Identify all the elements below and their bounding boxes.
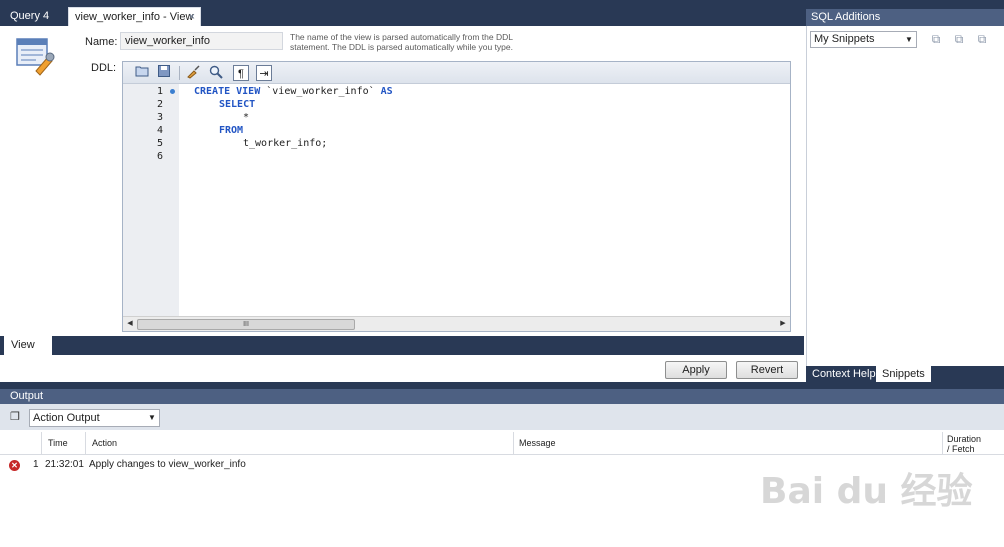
code-table-name: t_worker_info;: [243, 138, 328, 149]
tab-view[interactable]: View: [4, 336, 52, 355]
line-number: 2: [156, 99, 163, 110]
ddl-toolbar: ¶ ⇥: [123, 62, 790, 84]
tab-view-editor[interactable]: view_worker_info - View ×: [68, 7, 201, 26]
code-line-1: CREATE VIEW `view_worker_info` AS: [194, 86, 393, 97]
scroll-thumb[interactable]: III: [137, 319, 355, 330]
tab-snippets[interactable]: Snippets: [876, 366, 931, 382]
row-index: 1: [33, 459, 39, 470]
code-identifier: `view_worker_info`: [260, 86, 381, 97]
name-hint-text: The name of the view is parsed automatic…: [290, 32, 513, 52]
insert-snippet-icon[interactable]: ⧉: [927, 31, 945, 48]
ddl-label: DDL:: [91, 62, 117, 74]
snippets-dropdown[interactable]: My Snippets ▼: [810, 31, 917, 48]
close-icon[interactable]: ×: [189, 8, 195, 27]
line-number: 5: [156, 138, 163, 149]
horizontal-scrollbar[interactable]: ◀ III ▶: [123, 316, 790, 331]
line-number: 6: [156, 151, 163, 162]
code-keyword: AS: [380, 86, 393, 97]
save-icon[interactable]: [156, 65, 172, 81]
column-header-action[interactable]: Action: [92, 438, 117, 448]
watermark-logo: Bai du 经验: [760, 471, 973, 512]
chevron-down-icon: ▼: [905, 35, 913, 44]
code-line-2: SELECT: [219, 99, 255, 110]
chevron-down-icon: ▼: [148, 413, 156, 422]
column-header-time[interactable]: Time: [48, 438, 68, 448]
code-line-3: *: [243, 112, 249, 123]
tab-view-label: view_worker_info - View: [75, 11, 194, 23]
revert-button[interactable]: Revert: [736, 361, 798, 379]
scroll-left-icon[interactable]: ◀: [124, 318, 136, 330]
table-header-divider: [0, 454, 1004, 455]
error-status-icon: ✕: [9, 460, 20, 471]
view-name-input[interactable]: [120, 32, 283, 50]
find-icon[interactable]: [208, 65, 224, 81]
code-keyword: CREATE VIEW: [194, 86, 261, 97]
output-title: Output: [0, 389, 1004, 404]
tab-query-4[interactable]: Query 4: [4, 7, 55, 26]
replace-snippet-icon[interactable]: ⧉: [950, 31, 968, 48]
code-keyword: FROM: [219, 125, 244, 136]
line-number: 3: [156, 112, 163, 123]
copy-output-icon[interactable]: ❐: [10, 411, 22, 424]
open-folder-icon[interactable]: [134, 65, 150, 81]
column-header-duration[interactable]: Duration / Fetch: [947, 434, 981, 454]
code-keyword: SELECT: [219, 99, 256, 110]
code-line-5: t_worker_info;: [243, 138, 327, 149]
code-line-4: FROM: [219, 125, 243, 136]
code-asterisk: *: [243, 112, 250, 123]
invisible-chars-icon[interactable]: ¶: [233, 65, 249, 81]
name-label: Name:: [85, 36, 118, 48]
apply-button[interactable]: Apply: [665, 361, 727, 379]
row-action: Apply changes to view_worker_info: [89, 459, 246, 470]
copy-snippet-icon[interactable]: ⧉: [973, 31, 991, 48]
word-wrap-icon[interactable]: ⇥: [256, 65, 272, 81]
snippets-panel: [806, 26, 1004, 366]
duration-header-line1: Duration: [947, 434, 982, 444]
view-object-icon: [16, 38, 55, 76]
statement-marker-icon: [170, 89, 175, 94]
line-number: 4: [156, 125, 163, 136]
line-number-gutter: 1 2 3 4 5 6: [123, 84, 179, 316]
output-type-dropdown[interactable]: Action Output ▼: [29, 409, 160, 427]
line-number: 1: [156, 86, 163, 97]
tab-context-help[interactable]: Context Help: [806, 366, 882, 382]
section-divider: [0, 382, 1004, 389]
column-header-message[interactable]: Message: [519, 438, 556, 448]
row-time: 21:32:01: [45, 459, 84, 470]
beautify-brush-icon[interactable]: [185, 65, 201, 81]
sql-additions-title: SQL Additions: [806, 9, 1004, 26]
snippets-dropdown-value: My Snippets: [814, 33, 875, 45]
scroll-right-icon[interactable]: ▶: [777, 318, 789, 330]
query-tab-bar: Query 4 view_worker_info - View ×: [0, 0, 804, 26]
duration-header-line2: / Fetch: [947, 444, 975, 454]
output-type-value: Action Output: [33, 412, 100, 424]
